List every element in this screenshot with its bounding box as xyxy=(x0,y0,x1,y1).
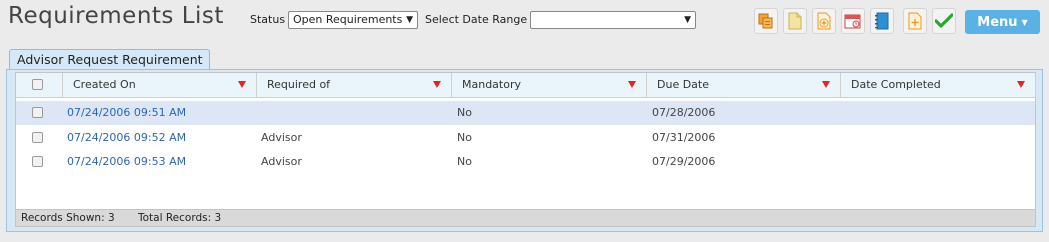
required-of-cell: Advisor xyxy=(261,131,302,144)
copy-button[interactable] xyxy=(754,8,778,34)
column-required-of[interactable]: Required of xyxy=(257,73,452,98)
grid-footer: Records Shown: 3 Total Records: 3 xyxy=(16,209,1035,226)
due-date-cell: 07/28/2006 xyxy=(652,106,716,119)
add-document-button[interactable] xyxy=(812,8,836,34)
column-created-on[interactable]: Created On xyxy=(63,73,257,98)
due-date-cell: 07/29/2006 xyxy=(652,155,716,168)
page-title: Requirements List xyxy=(8,3,224,29)
mandatory-cell: No xyxy=(457,106,472,119)
filter-icon[interactable] xyxy=(1017,81,1025,88)
created-on-link[interactable]: 07/24/2006 09:51 AM xyxy=(67,101,186,125)
add-item-button[interactable] xyxy=(903,8,927,34)
date-range-label: Select Date Range xyxy=(425,13,528,26)
add-document-icon xyxy=(817,12,831,30)
table-row[interactable]: 07/24/2006 09:52 AM Advisor No 07/31/200… xyxy=(16,126,1035,150)
filter-icon[interactable] xyxy=(628,81,636,88)
table-header: Created On Required of Mandatory Due Dat… xyxy=(16,73,1036,98)
menu-button-label: Menu xyxy=(977,14,1018,30)
add-icon xyxy=(908,12,922,30)
row-checkbox[interactable] xyxy=(32,156,43,167)
select-all-checkbox[interactable] xyxy=(32,79,43,90)
chevron-down-icon: ▼ xyxy=(406,15,413,25)
column-mandatory[interactable]: Mandatory xyxy=(452,73,647,98)
mandatory-cell: No xyxy=(457,155,472,168)
status-select[interactable]: Open Requirements ▼ xyxy=(288,11,418,29)
row-checkbox[interactable] xyxy=(32,132,43,143)
calendar-icon xyxy=(844,14,861,29)
records-shown: Records Shown: 3 xyxy=(21,212,115,224)
date-range-select[interactable]: ▼ xyxy=(530,11,696,29)
status-label: Status xyxy=(250,13,286,26)
tab-advisor-request-requirement[interactable]: Advisor Request Requirement xyxy=(9,49,210,70)
due-date-cell: 07/31/2006 xyxy=(652,131,716,144)
required-of-cell: Advisor xyxy=(261,155,302,168)
column-date-completed-label: Date Completed xyxy=(851,78,941,91)
new-document-button[interactable] xyxy=(783,8,807,34)
total-records: Total Records: 3 xyxy=(138,212,222,224)
filter-icon[interactable] xyxy=(822,81,830,88)
column-due-date-label: Due Date xyxy=(657,78,709,91)
column-due-date[interactable]: Due Date xyxy=(647,73,841,98)
column-date-completed[interactable]: Date Completed xyxy=(841,73,1036,98)
caret-down-icon: ▼ xyxy=(1021,17,1028,27)
calendar-button[interactable] xyxy=(841,8,865,34)
row-checkbox[interactable] xyxy=(32,107,43,118)
document-icon xyxy=(788,12,802,30)
approve-button[interactable] xyxy=(932,8,956,34)
requirements-grid: Created On Required of Mandatory Due Dat… xyxy=(15,72,1036,227)
mandatory-cell: No xyxy=(457,131,472,144)
checkmark-icon xyxy=(935,13,953,28)
column-required-of-label: Required of xyxy=(267,78,331,91)
filter-icon[interactable] xyxy=(238,81,246,88)
notebook-icon xyxy=(875,12,889,30)
created-on-link[interactable]: 07/24/2006 09:53 AM xyxy=(67,150,186,174)
table-row[interactable]: 07/24/2006 09:51 AM No 07/28/2006 xyxy=(16,101,1035,125)
column-mandatory-label: Mandatory xyxy=(462,78,522,91)
menu-button[interactable]: Menu ▼ xyxy=(965,10,1040,34)
notebook-button[interactable] xyxy=(870,8,894,34)
copy-icon xyxy=(758,13,773,29)
filter-icon[interactable] xyxy=(433,81,441,88)
created-on-link[interactable]: 07/24/2006 09:52 AM xyxy=(67,126,186,150)
chevron-down-icon: ▼ xyxy=(684,15,691,25)
status-select-value: Open Requirements xyxy=(293,13,403,26)
requirements-panel: Created On Required of Mandatory Due Dat… xyxy=(6,69,1043,232)
select-all-cell xyxy=(16,73,63,98)
table-row[interactable]: 07/24/2006 09:53 AM Advisor No 07/29/200… xyxy=(16,150,1035,174)
column-created-on-label: Created On xyxy=(73,78,136,91)
